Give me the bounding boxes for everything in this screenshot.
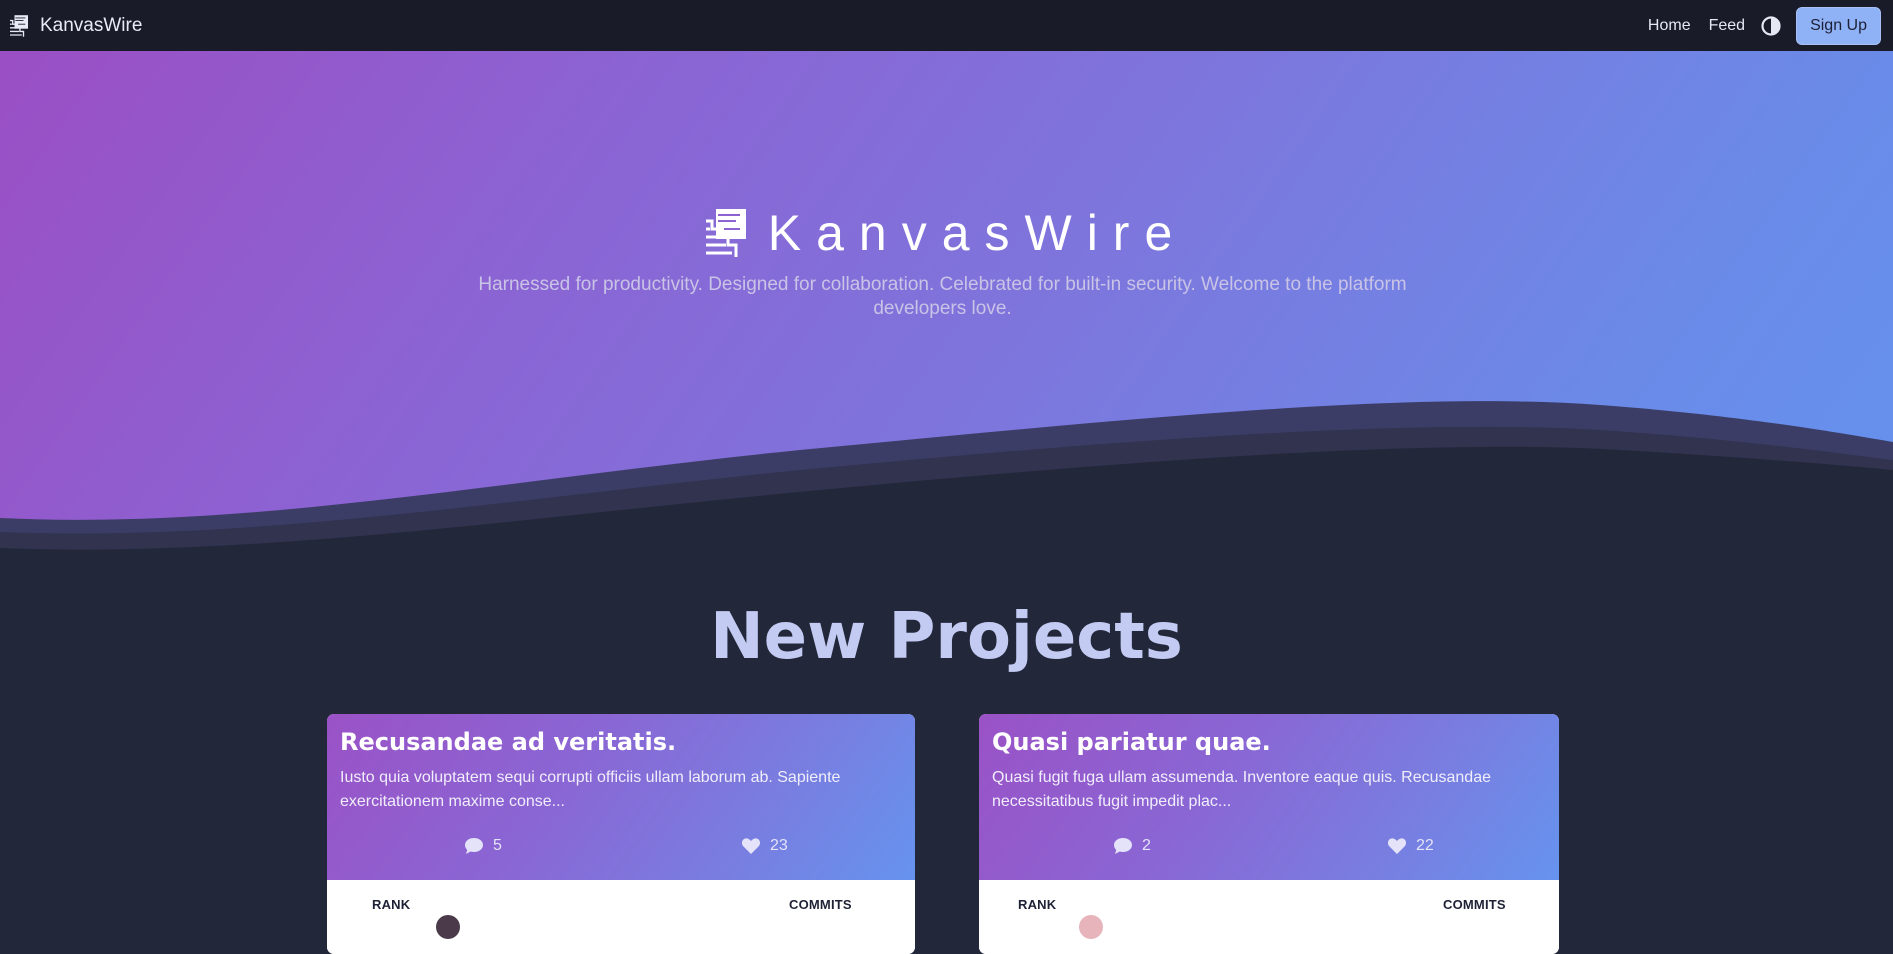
hero-brand-name: KanvasWire [767,205,1188,261]
navbar: KanvasWire Home Feed Sign Up [0,0,1893,51]
comment-count: 5 [493,837,502,854]
like-count: 22 [1416,837,1434,854]
project-title[interactable]: Recusandae ad veritatis. [340,728,902,756]
project-card-footer: RANK COMMITS [979,880,1559,954]
heart-icon [741,838,761,854]
kanvaswire-logo-icon [705,209,746,257]
likes-stat[interactable]: 22 [1387,837,1434,855]
comment-count: 2 [1142,837,1151,854]
avatar[interactable] [1079,915,1103,939]
brand-name: KanvasWire [40,14,143,36]
rank-column-header: RANK [1018,897,1057,912]
nav-menu: Home Feed Sign Up [1630,6,1881,45]
comments-stat[interactable]: 5 [464,837,502,855]
rank-column-header: RANK [372,897,411,912]
section-title: New Projects [710,600,1183,674]
project-description: Iusto quia voluptatem sequi corrupti off… [340,769,841,810]
project-card-footer: RANK COMMITS [327,880,915,954]
project-card-header: Quasi pariatur quae. Quasi fugit fuga ul… [979,714,1559,880]
hero-tagline: Harnessed for productivity. Designed for… [478,274,1407,319]
likes-stat[interactable]: 23 [741,837,788,855]
brand-link[interactable]: KanvasWire [10,15,142,37]
hero-wave-divider [0,401,1893,580]
hero-title: KanvasWire [0,204,1893,262]
project-card-header: Recusandae ad veritatis. Iusto quia volu… [327,714,915,880]
nav-link-home[interactable]: Home [1648,17,1691,35]
comment-icon [1114,838,1132,854]
commits-column-header: COMMITS [1443,897,1506,912]
project-card[interactable]: Quasi pariatur quae. Quasi fugit fuga ul… [979,714,1559,954]
contrast-icon[interactable] [1761,15,1781,36]
nav-link-feed[interactable]: Feed [1709,17,1745,35]
comment-icon [465,838,483,854]
like-count: 23 [770,837,788,854]
project-description: Quasi fugit fuga ullam assumenda. Invent… [992,769,1491,810]
commits-column-header: COMMITS [789,897,852,912]
avatar[interactable] [436,915,460,939]
project-card[interactable]: Recusandae ad veritatis. Iusto quia volu… [327,714,915,954]
kanvaswire-logo-icon [10,14,28,37]
heart-icon [1387,838,1407,854]
signup-button[interactable]: Sign Up [1796,6,1881,45]
project-title[interactable]: Quasi pariatur quae. [992,728,1546,756]
comments-stat[interactable]: 2 [1113,837,1151,855]
